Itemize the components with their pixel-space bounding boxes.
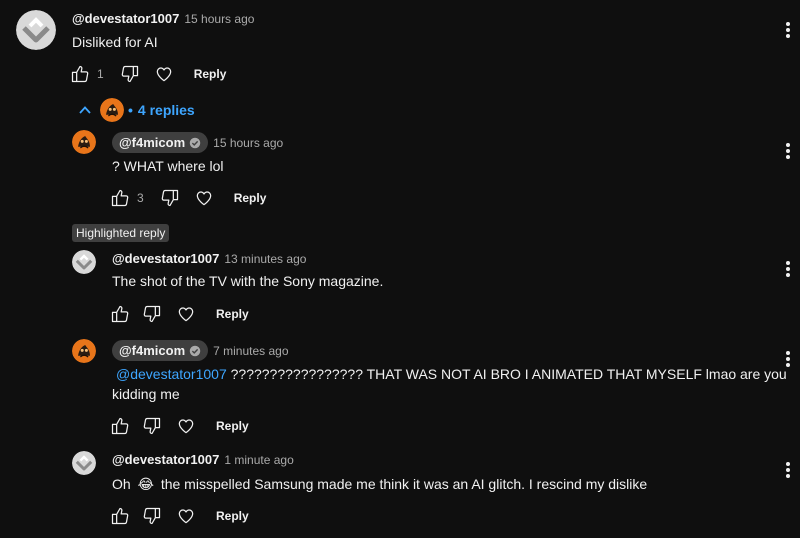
reply-button[interactable]: Reply — [234, 191, 267, 205]
replies-toggle[interactable]: • 4 replies — [78, 98, 195, 122]
comment-timestamp[interactable]: 7 minutes ago — [213, 344, 288, 358]
mention-link[interactable]: @devestator1007 — [116, 366, 227, 382]
comment-author: @f4micom — [119, 343, 186, 358]
reply-button[interactable]: Reply — [216, 419, 249, 433]
thumbs-up-icon[interactable] — [70, 64, 90, 84]
comment-author[interactable]: @devestator1007 — [112, 452, 219, 467]
author-pill[interactable]: @f4micom — [112, 132, 209, 153]
comment-text-rest: the misspelled Samsung made me think it … — [160, 476, 648, 492]
thumbs-down-icon[interactable] — [142, 506, 162, 526]
laughing-emoji-icon: 😂 — [137, 476, 154, 492]
avatar[interactable] — [72, 130, 96, 154]
thumbs-up-icon[interactable] — [110, 416, 130, 436]
verified-check-icon — [189, 345, 201, 357]
avatar[interactable] — [72, 451, 96, 475]
thumbs-down-icon[interactable] — [142, 416, 162, 436]
like-count: 3 — [137, 191, 144, 205]
separator: • — [128, 102, 133, 118]
comment-text: @devestator1007 ????????????????? THAT W… — [112, 363, 787, 385]
thumbs-up-icon[interactable] — [110, 506, 130, 526]
avatar[interactable] — [72, 339, 96, 363]
comment-author[interactable]: @devestator1007 — [72, 11, 179, 26]
comment-timestamp[interactable]: 13 minutes ago — [224, 252, 306, 266]
author-pill[interactable]: @f4micom — [112, 340, 209, 361]
comment-text: Oh 😂 the misspelled Samsung made me thin… — [112, 473, 647, 495]
comment-timestamp[interactable]: 15 hours ago — [213, 136, 283, 150]
heart-outline-icon[interactable] — [176, 304, 196, 324]
highlighted-reply-badge: Highlighted reply — [72, 224, 170, 242]
thumbs-up-icon[interactable] — [110, 304, 130, 324]
more-vert-icon[interactable] — [786, 351, 790, 367]
replies-count-label: 4 replies — [137, 102, 195, 118]
more-vert-icon[interactable] — [786, 261, 790, 277]
reply-button[interactable]: Reply — [194, 67, 227, 81]
comment-author: @f4micom — [119, 135, 186, 150]
reply-button[interactable]: Reply — [216, 509, 249, 523]
comment-text: Disliked for AI — [72, 34, 158, 50]
heart-outline-icon[interactable] — [194, 188, 214, 208]
comment-author[interactable]: @devestator1007 — [112, 251, 219, 266]
comment-text: ? WHAT where lol — [112, 158, 224, 174]
comment-text-line1: ????????????????? THAT WAS NOT AI BRO I … — [226, 366, 787, 382]
more-vert-icon[interactable] — [786, 22, 790, 38]
verified-check-icon — [189, 137, 201, 149]
heart-outline-icon[interactable] — [176, 416, 196, 436]
comment-text: The shot of the TV with the Sony magazin… — [112, 273, 384, 289]
comment-text-start: Oh — [112, 476, 131, 492]
avatar — [100, 98, 124, 122]
thumbs-down-icon[interactable] — [142, 304, 162, 324]
chevron-up-icon — [79, 106, 91, 114]
like-count: 1 — [97, 67, 104, 81]
comment-timestamp[interactable]: 1 minute ago — [224, 453, 293, 467]
avatar[interactable] — [16, 10, 56, 50]
thumbs-down-icon[interactable] — [160, 188, 180, 208]
heart-outline-icon[interactable] — [154, 64, 174, 84]
reply-button[interactable]: Reply — [216, 307, 249, 321]
thumbs-up-icon[interactable] — [110, 188, 130, 208]
more-vert-icon[interactable] — [786, 462, 790, 478]
comment-timestamp[interactable]: 15 hours ago — [184, 12, 254, 26]
more-vert-icon[interactable] — [786, 143, 790, 159]
thumbs-down-icon[interactable] — [120, 64, 140, 84]
heart-outline-icon[interactable] — [176, 506, 196, 526]
comment-text-line2: kidding me — [112, 386, 180, 402]
avatar[interactable] — [72, 250, 96, 274]
